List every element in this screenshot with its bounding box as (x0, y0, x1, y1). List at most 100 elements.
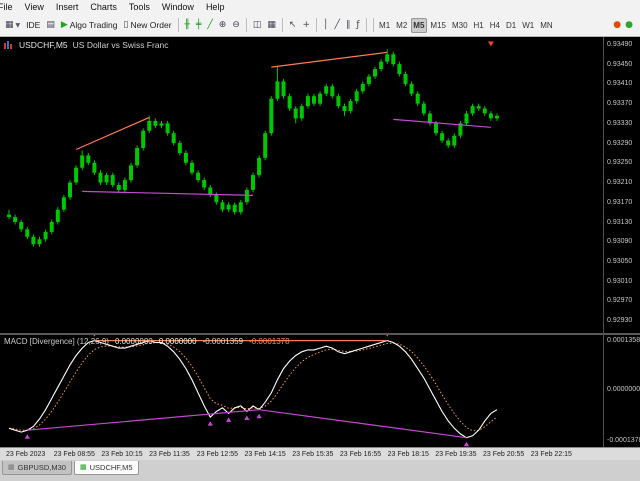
time-axis-label: 23 Feb 12:55 (196, 451, 239, 458)
toolbar-separator (316, 18, 318, 32)
bars-chart-button[interactable]: ╫ (182, 17, 193, 34)
new-order-button-label: New Order (130, 20, 172, 30)
tile-windows-button[interactable]: ◫ (250, 17, 265, 34)
menu-item-tools[interactable]: Tools (123, 0, 156, 14)
algo-trading-button-label: Algo Trading (69, 20, 118, 30)
price-scale-label: 0.93370 (607, 100, 633, 108)
chart-tab-icon: ▦ (79, 463, 87, 471)
chart-tab-usdchf-m5[interactable]: ▦ USDCHF,M5 (73, 461, 139, 475)
time-axis-label: 23 Feb 10:15 (101, 451, 143, 458)
menu-item-window[interactable]: Window (156, 0, 200, 14)
metatrader-app: File View Insert Charts Tools Window Help ▦ ▼ ID… (0, 0, 640, 481)
time-axis-label: 23 Feb 08:55 (53, 451, 95, 458)
up-arrow-icon (244, 415, 250, 420)
menu-item-insert[interactable]: Insert (50, 0, 85, 14)
price-scale-label: 0.93450 (607, 60, 633, 68)
price-scale-label: 0.93250 (607, 159, 633, 167)
time-axis[interactable]: 23 Feb 2023 23 Feb 08:55 23 Feb 10:15 23 Fe… (0, 447, 640, 461)
macd-value: 0.0000000 (158, 337, 197, 346)
metaeditor-button[interactable]: IDE (23, 17, 43, 34)
price-scale[interactable]: 0.93490 0.93450 0.93410 0.93370 0.93330 0.932… (603, 37, 640, 447)
zoom-out-icon: ⊖ (232, 19, 240, 30)
new-order-button[interactable]: ▯ New Order (120, 17, 174, 34)
arrange-windows-button[interactable]: ▦ (264, 17, 279, 34)
price-scale-label: 0.93090 (607, 238, 633, 246)
price-scale-label: 0.93010 (607, 277, 633, 285)
time-axis-label: 23 Feb 20:55 (483, 451, 525, 458)
menu-item-help[interactable]: Help (200, 0, 231, 14)
chart-window[interactable]: USDCHF,M5 US Dollar vs Swiss Franc MACD … (0, 37, 640, 447)
profiles-button[interactable]: ▤ (43, 17, 58, 34)
timeframe-m5[interactable]: M5 (410, 17, 427, 33)
profiles-icon: ▤ (46, 19, 55, 30)
timeframe-m15[interactable]: M15 (428, 18, 449, 33)
toolbar-separator (372, 18, 374, 32)
time-axis-label: 23 Feb 19:35 (435, 451, 477, 458)
price-scale-label: 0.93050 (607, 258, 633, 265)
macd-chart-svg[interactable] (0, 335, 603, 447)
chart-tab-gbpusd-m30[interactable]: ▦ GBPUSD,M30 (2, 461, 72, 475)
toolbar-separator (177, 18, 179, 32)
price-scale-label: 0.93410 (607, 80, 633, 88)
timeframe-h1[interactable]: H1 (471, 18, 486, 33)
macd-value: -0.0001378 (249, 337, 290, 346)
timeframe-d1[interactable]: D1 (504, 18, 519, 33)
timeframe-m2[interactable]: M2 (394, 18, 410, 33)
timeframe-w1[interactable]: W1 (520, 18, 537, 33)
timeframe-m1[interactable]: M1 (377, 18, 393, 33)
timeframe-mn[interactable]: MN (538, 18, 555, 33)
vertical-line-icon: │ (323, 19, 329, 30)
time-axis-label: 23 Feb 14:15 (244, 451, 286, 458)
order-document-icon: ▯ (123, 19, 129, 30)
candles-chart-button[interactable]: ╪ (193, 17, 204, 34)
down-arrow-icon (386, 335, 389, 337)
time-axis-label: 23 Feb 18:15 (387, 451, 429, 458)
menu-item-charts[interactable]: Charts (84, 0, 123, 14)
crosshair-button[interactable]: + (299, 17, 313, 34)
algo-trading-button[interactable]: ▶ Algo Trading (58, 17, 121, 34)
price-scale-label: 0.93170 (607, 198, 633, 206)
macd-scale-label: 0.0000000 (607, 385, 640, 393)
macd-trendlines[interactable] (27, 339, 467, 439)
chart-symbol-period: USDCHF,M5 (19, 40, 68, 50)
new-chart-button[interactable]: ▦ ▼ (2, 17, 23, 34)
up-arrow-icon (256, 413, 262, 419)
time-axis-label: 23 Feb 2023 (6, 451, 46, 458)
price-scale-label: 0.93130 (607, 218, 633, 226)
channel-button[interactable]: ∥ (343, 17, 354, 34)
chart-icon (4, 40, 12, 49)
price-scale-label: 0.92930 (607, 317, 633, 325)
price-scale-label: 0.93210 (607, 179, 633, 186)
trendline-button[interactable]: ╱ (331, 17, 342, 34)
tile-windows-icon: ◫ (252, 19, 262, 30)
menu-item-file[interactable]: File (0, 0, 19, 14)
connection-icon[interactable]: ● (625, 20, 633, 30)
zoom-in-icon: ⊕ (218, 19, 227, 30)
macd-value: 0.0000000 (114, 337, 153, 346)
price-scale-label: 0.92970 (607, 297, 633, 305)
channel-icon: ∥ (345, 19, 351, 30)
chart-tab-label: GBPUSD,M30 (17, 463, 66, 472)
timeframe-m30[interactable]: M30 (449, 18, 470, 33)
crosshair-icon: + (302, 19, 311, 30)
fibonacci-icon: ƒ (356, 19, 360, 30)
macd-scale-label: 0.0001358 (607, 337, 640, 344)
menu-item-view[interactable]: View (19, 0, 50, 14)
alerts-icon[interactable]: ● (613, 20, 621, 30)
fibonacci-button[interactable]: ƒ (353, 17, 362, 34)
up-arrow-icon (463, 441, 470, 447)
trendline-icon: ╱ (334, 19, 340, 30)
line-chart-button[interactable]: ╱ (204, 17, 215, 34)
price-trendlines[interactable] (75, 51, 491, 196)
vertical-line-button[interactable]: │ (320, 17, 331, 34)
zoom-in-button[interactable]: ⊕ (216, 17, 230, 34)
timeframe-h4[interactable]: H4 (487, 18, 502, 33)
bars-chart-icon: ╫ (184, 19, 190, 30)
price-scale-label: 0.93490 (607, 40, 633, 48)
time-axis-label: 23 Feb 22:15 (530, 451, 572, 458)
cursor-button[interactable]: ↖ (286, 17, 300, 34)
zoom-out-button[interactable]: ⊖ (229, 17, 243, 34)
price-scale-label: 0.93330 (607, 119, 633, 127)
price-chart-svg[interactable] (0, 37, 603, 333)
price-scale-label: 0.93290 (607, 139, 633, 147)
